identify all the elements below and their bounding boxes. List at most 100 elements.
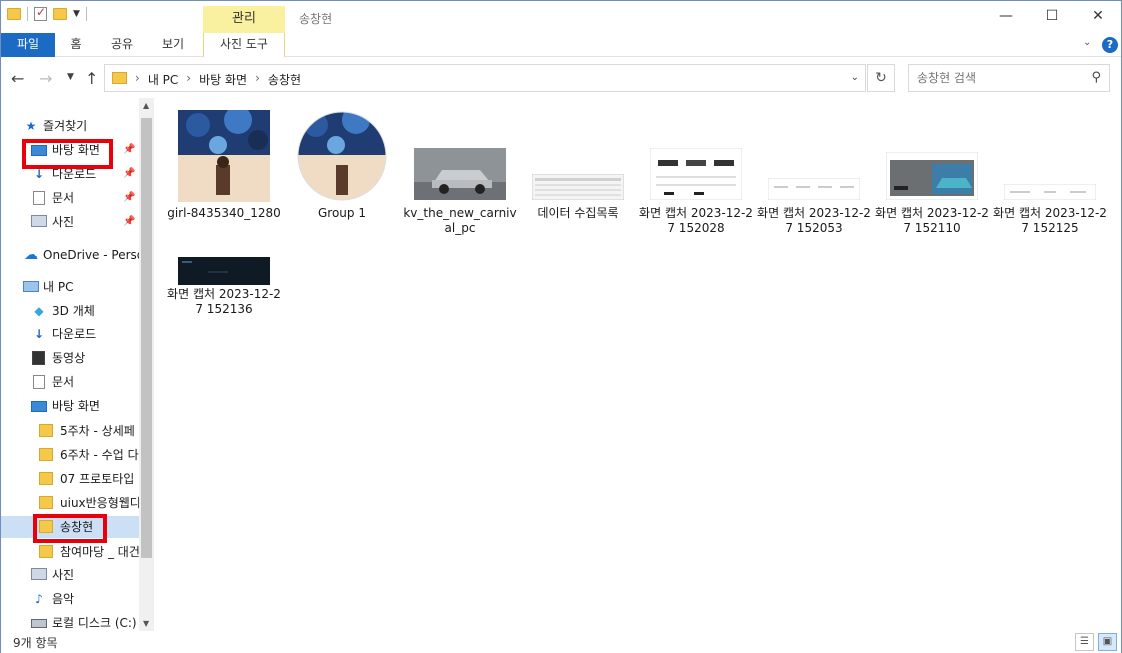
help-icon[interactable]: ? xyxy=(1102,37,1118,53)
nav-item-label: 사진 xyxy=(52,215,75,229)
breadcrumb-separator[interactable]: › xyxy=(186,71,191,88)
highlight-current-folder-box xyxy=(33,514,107,543)
back-arrow-icon[interactable]: ← xyxy=(11,69,24,88)
nav-item-label: 음악 xyxy=(52,592,75,606)
search-icon[interactable]: ⚲ xyxy=(1091,70,1101,85)
pin-icon: 📌 xyxy=(123,144,136,155)
navigation-pane: ★ 즐겨찾기 바탕 화면 📌 ↓ 다운로드 📌 문서 📌 사진 📌 ☁ OneD… xyxy=(1,98,154,631)
nav-item-local-disk[interactable]: 로컬 디스크 (C:) xyxy=(1,612,139,631)
file-item[interactable]: 화면 캡처 2023-12-27 152028 xyxy=(637,108,755,248)
tab-picture-tools[interactable]: 사진 도구 xyxy=(203,33,285,57)
nav-item-onedrive[interactable]: ☁ OneDrive - Personal xyxy=(1,244,139,266)
download-icon: ↓ xyxy=(33,327,45,341)
tab-share[interactable]: 공유 xyxy=(103,33,141,57)
nav-item-label: uiux반응형웹디 xyxy=(60,496,139,510)
file-thumbnail xyxy=(637,108,755,208)
file-item[interactable]: 화면 캡처 2023-12-27 152053 xyxy=(755,108,873,248)
search-box[interactable]: ⚲ xyxy=(908,64,1110,92)
navigation-bar: ← → ▼ ↑ › 내 PC › 바탕 화면 › 송창현 ⌄ ↻ ⚲ xyxy=(1,58,1121,98)
file-thumbnail xyxy=(165,108,283,208)
file-item[interactable]: 화면 캡처 2023-12-27 152110 xyxy=(873,108,991,248)
minimize-button[interactable]: — xyxy=(983,1,1029,33)
nav-item-pictures[interactable]: 사진 xyxy=(1,564,139,586)
properties-icon[interactable] xyxy=(34,5,47,21)
nav-item-quick-access[interactable]: ★ 즐겨찾기 xyxy=(1,115,139,137)
nav-item-folder-week5[interactable]: 5주차 - 상세페 xyxy=(1,420,139,442)
status-bar: 9개 항목 ☰ ▣ xyxy=(1,631,1121,653)
nav-item-folder-participation[interactable]: 참여마당 _ 대건 xyxy=(1,541,139,563)
file-item[interactable]: 화면 캡처 2023-12-27 152136 xyxy=(165,253,283,393)
address-bar[interactable]: › 내 PC › 바탕 화면 › 송창현 ⌄ xyxy=(104,64,866,92)
ribbon-tabs: 파일 홈 공유 보기 사진 도구 ⌄ ? xyxy=(1,33,1121,57)
up-arrow-icon[interactable]: ↑ xyxy=(85,69,98,88)
nav-item-documents[interactable]: 문서 xyxy=(1,371,139,393)
nav-item-downloads[interactable]: ↓ 다운로드 xyxy=(1,323,139,345)
pin-icon: 📌 xyxy=(123,192,136,203)
nav-item-pictures-pinned[interactable]: 사진 📌 xyxy=(1,211,139,233)
search-input[interactable] xyxy=(917,71,1077,85)
folder-icon xyxy=(39,496,53,509)
new-folder-icon[interactable] xyxy=(53,8,67,20)
pc-icon xyxy=(23,281,39,292)
nav-item-videos[interactable]: 동영상 xyxy=(1,347,139,369)
tab-file[interactable]: 파일 xyxy=(1,33,55,57)
large-icons-view-icon[interactable]: ▣ xyxy=(1098,633,1117,651)
file-view: girl-8435340_1280 Group 1 kv_the_new_car… xyxy=(161,98,1121,631)
file-item[interactable]: 데이터 수집목록 xyxy=(519,108,637,248)
video-icon xyxy=(32,351,45,365)
nav-item-folder-prototype[interactable]: 07 프로토타입 xyxy=(1,468,139,490)
forward-arrow-icon[interactable]: → xyxy=(39,69,52,88)
details-view-icon[interactable]: ☰ xyxy=(1075,633,1094,651)
file-item[interactable]: Group 1 xyxy=(283,108,401,248)
file-name: girl-8435340_1280 xyxy=(167,206,281,220)
nav-item-desktop[interactable]: 바탕 화면 xyxy=(1,395,139,417)
tab-manage[interactable]: 관리 xyxy=(203,6,285,33)
file-item[interactable]: 화면 캡처 2023-12-27 152125 xyxy=(991,108,1109,248)
close-button[interactable]: ✕ xyxy=(1075,1,1121,33)
onedrive-icon: ☁ xyxy=(24,247,38,263)
navigation-pane-scrollbar[interactable]: ▲ ▼ xyxy=(139,98,154,631)
refresh-icon: ↻ xyxy=(875,70,887,86)
nav-item-label: 즐겨찾기 xyxy=(43,119,88,133)
nav-item-music[interactable]: ♪ 음악 xyxy=(1,588,139,610)
3d-objects-icon: ◆ xyxy=(34,304,44,318)
quick-access-toolbar: ▼ xyxy=(7,5,87,21)
file-thumbnail xyxy=(283,108,401,208)
scroll-down-icon[interactable]: ▼ xyxy=(143,619,149,628)
file-item[interactable]: kv_the_new_carnival_pc xyxy=(401,108,519,248)
file-name: 데이터 수집목록 xyxy=(537,206,619,220)
refresh-button[interactable]: ↻ xyxy=(867,64,895,92)
nav-item-folder-week6[interactable]: 6주차 - 수업 다 xyxy=(1,444,139,466)
nav-item-this-pc[interactable]: 내 PC xyxy=(1,276,139,298)
breadcrumb-separator[interactable]: › xyxy=(255,71,260,88)
expand-ribbon-chevron-icon[interactable]: ⌄ xyxy=(1083,37,1091,48)
tab-home[interactable]: 홈 xyxy=(61,33,91,57)
recent-locations-chevron-icon[interactable]: ▼ xyxy=(67,72,74,82)
file-explorer-window: ▼ 관리 송창현 — ☐ ✕ 파일 홈 공유 보기 사진 도구 ⌄ ? ← → … xyxy=(0,0,1122,653)
scrollbar-thumb[interactable] xyxy=(141,118,152,558)
breadcrumb-separator[interactable]: › xyxy=(135,71,140,88)
file-name: Group 1 xyxy=(318,206,366,220)
file-name: 화면 캡처 2023-12-27 152136 xyxy=(167,287,281,316)
nav-item-folder-uiux[interactable]: uiux반응형웹디 xyxy=(1,492,139,514)
address-dropdown-chevron-icon[interactable]: ⌄ xyxy=(851,72,859,83)
scroll-up-icon[interactable]: ▲ xyxy=(143,101,149,110)
nav-item-label: 다운로드 xyxy=(52,327,97,341)
document-icon xyxy=(33,375,45,389)
download-icon: ↓ xyxy=(33,167,45,181)
nav-item-label: 내 PC xyxy=(43,280,74,294)
desktop-icon xyxy=(31,401,47,412)
nav-item-label: 07 프로토타입 xyxy=(60,472,135,486)
tab-view[interactable]: 보기 xyxy=(153,33,193,57)
nav-item-3d-objects[interactable]: ◆ 3D 개체 xyxy=(1,300,139,322)
breadcrumb-item-pc[interactable]: 내 PC xyxy=(148,71,178,88)
maximize-button[interactable]: ☐ xyxy=(1029,1,1075,33)
breadcrumb-item-current-folder[interactable]: 송창현 xyxy=(268,71,301,88)
file-thumbnail xyxy=(401,108,519,208)
file-name: 화면 캡처 2023-12-27 152125 xyxy=(993,206,1107,235)
customize-toolbar-chevron-icon[interactable]: ▼ xyxy=(73,9,80,19)
breadcrumb-item-desktop[interactable]: 바탕 화면 xyxy=(199,71,247,88)
nav-item-documents-pinned[interactable]: 문서 📌 xyxy=(1,187,139,209)
file-item[interactable]: girl-8435340_1280 xyxy=(165,108,283,248)
file-name: 화면 캡처 2023-12-27 152028 xyxy=(639,206,753,235)
